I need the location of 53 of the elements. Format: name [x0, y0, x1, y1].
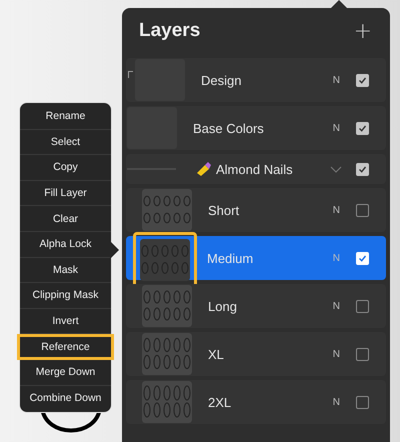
add-layer-button[interactable]: + [350, 18, 376, 44]
visibility-checkbox[interactable] [356, 396, 369, 408]
visibility-checkbox[interactable] [356, 300, 369, 312]
checkmark-icon [358, 254, 367, 262]
blend-mode[interactable]: N [332, 122, 340, 134]
layer-row[interactable]: Design N [126, 58, 386, 102]
menu-item[interactable]: Mask [20, 258, 111, 284]
layer-name: Medium [207, 250, 254, 266]
layer-thumbnail[interactable] [142, 381, 192, 423]
layer-name: Base Colors [193, 120, 265, 136]
group-row[interactable]: Almond Nails [126, 154, 386, 184]
layer-name: Long [208, 298, 238, 314]
layer-name: Short [208, 202, 240, 218]
blend-mode[interactable]: N [332, 204, 340, 216]
layer-thumbnail[interactable] [142, 333, 192, 375]
menu-item[interactable]: Select [20, 130, 111, 156]
menu-item[interactable]: Merge Down [20, 360, 111, 386]
menu-item[interactable]: Clipping Mask [20, 283, 111, 309]
layer-name: Design [201, 72, 242, 88]
layer-thumbnail[interactable] [142, 189, 192, 231]
checkmark-icon [358, 76, 367, 84]
menu-item[interactable]: Fill Layer [20, 180, 111, 206]
blend-mode[interactable]: N [332, 300, 340, 312]
visibility-checkbox[interactable] [356, 122, 369, 134]
menu-item[interactable]: Rename [20, 104, 111, 130]
menu-item[interactable]: Alpha Lock [20, 232, 111, 258]
visibility-checkbox[interactable] [356, 348, 369, 360]
checkmark-icon [358, 124, 367, 132]
blend-mode[interactable]: N [332, 396, 340, 408]
group-name: Almond Nails [216, 162, 294, 176]
layer-row[interactable]: Base Colors N [126, 106, 386, 150]
layer-name: 2XL [208, 394, 232, 410]
layer-thumbnail[interactable] [140, 239, 190, 281]
menu-item[interactable]: Reference [17, 334, 114, 360]
menu-item[interactable]: Copy [20, 155, 111, 181]
menu-item[interactable]: Clear [20, 206, 111, 232]
blend-mode[interactable]: N [332, 348, 340, 360]
checkmark-icon [358, 164, 367, 174]
visibility-checkbox[interactable] [356, 74, 369, 86]
menu-item[interactable]: Combine Down [20, 386, 111, 412]
menu-item[interactable]: Invert [20, 308, 111, 334]
layer-name: XL [208, 346, 225, 362]
layer-row[interactable]: Short N [126, 188, 386, 232]
visibility-checkbox[interactable] [356, 204, 369, 216]
layer-row[interactable]: XL N [126, 332, 386, 376]
layer-row[interactable]: 2XL N [126, 380, 386, 424]
visibility-checkbox[interactable] [356, 162, 369, 176]
layer-thumbnail[interactable] [142, 285, 192, 327]
nail-polish-icon [196, 161, 212, 177]
chevron-icon[interactable] [330, 166, 342, 172]
panel-title: Layers [139, 20, 200, 42]
blend-mode[interactable]: N [332, 74, 340, 86]
layer-row[interactable]: Long N [126, 284, 386, 328]
